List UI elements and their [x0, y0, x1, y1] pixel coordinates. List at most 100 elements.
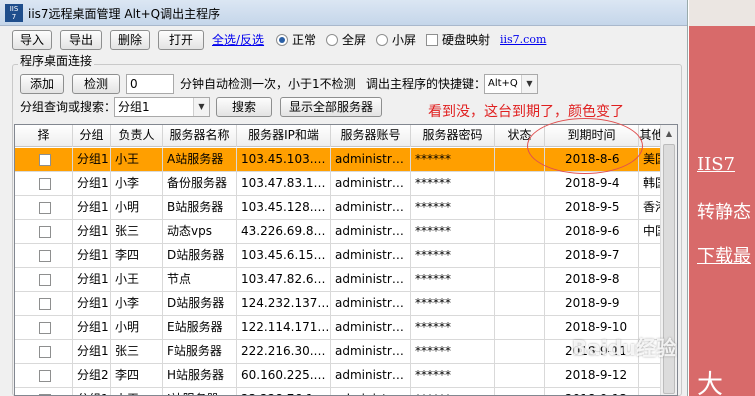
cell-expiry: 2018-9-12	[545, 364, 639, 388]
cell-expiry: 2018-9-9	[545, 292, 639, 316]
right-pane-line2: 转静态	[697, 202, 751, 223]
annotation-ellipse	[527, 118, 643, 174]
cell-account: administr…	[331, 340, 411, 364]
mode-small-radio[interactable]	[376, 34, 388, 46]
row-checkbox[interactable]	[39, 250, 51, 262]
cell-select	[15, 244, 73, 268]
row-checkbox[interactable]	[39, 226, 51, 238]
cell-group: 分组1	[73, 388, 111, 395]
scroll-up-icon[interactable]: ▲	[661, 125, 677, 142]
cell-select	[15, 316, 73, 340]
row-checkbox[interactable]	[39, 298, 51, 310]
col-server-name[interactable]: 服务器名称	[163, 125, 237, 147]
table-row[interactable]: 分组1 小明 E站服务器 122.114.171… administr… ****** 20…	[15, 316, 665, 340]
cell-select	[15, 172, 73, 196]
table-row[interactable]: 分组1 张三 动态vps 43.226.69.8… administr… ****** 20…	[15, 220, 665, 244]
cell-expiry: 2018-9-4	[545, 172, 639, 196]
show-all-button[interactable]: 显示全部服务器	[280, 97, 382, 117]
right-pane-line1[interactable]: IIS7	[697, 154, 735, 175]
col-group[interactable]: 分组	[73, 125, 111, 147]
delete-button[interactable]: 删除	[110, 30, 150, 50]
detect-button[interactable]: 检测	[72, 74, 120, 94]
cell-owner: 小王	[111, 268, 163, 292]
cell-expiry: 2018-9-13	[545, 388, 639, 395]
cell-password: ******	[411, 196, 495, 220]
cell-server-name: H站服务器	[163, 364, 237, 388]
col-account[interactable]: 服务器账号	[331, 125, 411, 147]
table-row[interactable]: 分组1 小李 备份服务器 103.47.83.1… administr… ****** 20…	[15, 172, 665, 196]
cell-owner: 张三	[111, 340, 163, 364]
col-owner[interactable]: 负责人	[111, 125, 163, 147]
cell-password: ******	[411, 220, 495, 244]
table-row[interactable]: 分组1 小王 节点 103.47.82.6… administr… ****** 2018-…	[15, 268, 665, 292]
cell-status	[495, 388, 545, 395]
select-toggle-link[interactable]: 全选/反选	[212, 30, 264, 50]
search-button[interactable]: 搜索	[216, 97, 272, 117]
row-checkbox[interactable]	[39, 346, 51, 358]
cell-account: administr…	[331, 220, 411, 244]
baidu-watermark: Baidu经验	[572, 336, 677, 360]
right-pane-line3[interactable]: 下载最	[697, 242, 751, 268]
row-checkbox[interactable]	[39, 178, 51, 190]
app-icon: IIS 7	[5, 4, 23, 22]
cell-account: administr…	[331, 172, 411, 196]
cell-server-name: J站服务器	[163, 388, 237, 395]
search-value: 分组1	[118, 100, 150, 114]
disk-map-checkbox[interactable]	[426, 34, 438, 46]
cell-server-ip: 103.47.83.1…	[237, 172, 331, 196]
cell-group: 分组2	[73, 364, 111, 388]
cell-server-ip: 23.228.76.1…	[237, 388, 331, 395]
cell-expiry: 2018-9-7	[545, 244, 639, 268]
cell-status	[495, 244, 545, 268]
cell-select	[15, 388, 73, 395]
cell-group: 分组1	[73, 340, 111, 364]
add-button[interactable]: 添加	[20, 74, 64, 94]
cell-password: ******	[411, 340, 495, 364]
mode-small-label: 小屏	[392, 33, 417, 47]
table-row[interactable]: 分组1 小李 D站服务器 124.232.137… administr… ****** 20…	[15, 292, 665, 316]
col-select[interactable]: 择	[15, 125, 73, 147]
open-button[interactable]: 打开	[158, 30, 204, 50]
cell-group: 分组1	[73, 196, 111, 220]
row-checkbox[interactable]	[39, 274, 51, 286]
site-link[interactable]: iis7.com	[500, 30, 546, 50]
cell-expiry: 2018-9-6	[545, 220, 639, 244]
hotkey-label: 调出主程序的快捷键：	[366, 77, 487, 91]
cell-status	[495, 292, 545, 316]
table-row[interactable]: 分组1小王J站服务器23.228.76.1…administr…****** 20…	[15, 388, 665, 395]
cell-group: 分组1	[73, 268, 111, 292]
col-server-ip[interactable]: 服务器IP和端	[237, 125, 331, 147]
table-row[interactable]: 分组1 小明 B站服务器 103.45.128.… administr… ****** 20…	[15, 196, 665, 220]
cell-server-name: D站服务器	[163, 292, 237, 316]
mode-full-radio[interactable]	[326, 34, 338, 46]
cell-owner: 小李	[111, 292, 163, 316]
import-button[interactable]: 导入	[12, 30, 52, 50]
search-select[interactable]: 分组1 ▼	[114, 97, 210, 117]
row-checkbox[interactable]	[39, 154, 51, 166]
table-row[interactable]: 分组1 李四 D站服务器 103.45.6.15… administr… ****** 20…	[15, 244, 665, 268]
cell-expiry: 2018-9-8	[545, 268, 639, 292]
hotkey-select[interactable]: Alt+Q ▼	[484, 74, 538, 94]
interval-input[interactable]: 0	[126, 74, 174, 94]
chevron-down-icon: ▼	[521, 75, 537, 93]
cell-server-ip: 60.160.225.…	[237, 364, 331, 388]
cell-account: administr…	[331, 244, 411, 268]
right-pane-line4: 大	[697, 370, 724, 396]
row-checkbox[interactable]	[39, 202, 51, 214]
title-bar: IIS 7 iis7远程桌面管理 Alt+Q调出主程序	[0, 0, 687, 26]
cell-select	[15, 196, 73, 220]
row-checkbox[interactable]	[39, 322, 51, 334]
cell-server-ip: 103.45.103.…	[237, 148, 331, 172]
table-row[interactable]: 分组2 李四 H站服务器 60.160.225.… administr… ****** 20…	[15, 364, 665, 388]
row-checkbox[interactable]	[39, 370, 51, 382]
cell-account: administr…	[331, 364, 411, 388]
cell-owner: 张三	[111, 220, 163, 244]
col-password[interactable]: 服务器密码	[411, 125, 495, 147]
right-pane-strip	[689, 0, 755, 26]
table-row[interactable]: 分组1 张三 F站服务器 222.216.30.… administr… ****** 20…	[15, 340, 665, 364]
cell-group: 分组1	[73, 220, 111, 244]
export-button[interactable]: 导出	[60, 30, 102, 50]
search-label: 分组查询或搜索：	[20, 100, 117, 114]
mode-normal-radio[interactable]	[276, 34, 288, 46]
cell-server-ip: 122.114.171…	[237, 316, 331, 340]
